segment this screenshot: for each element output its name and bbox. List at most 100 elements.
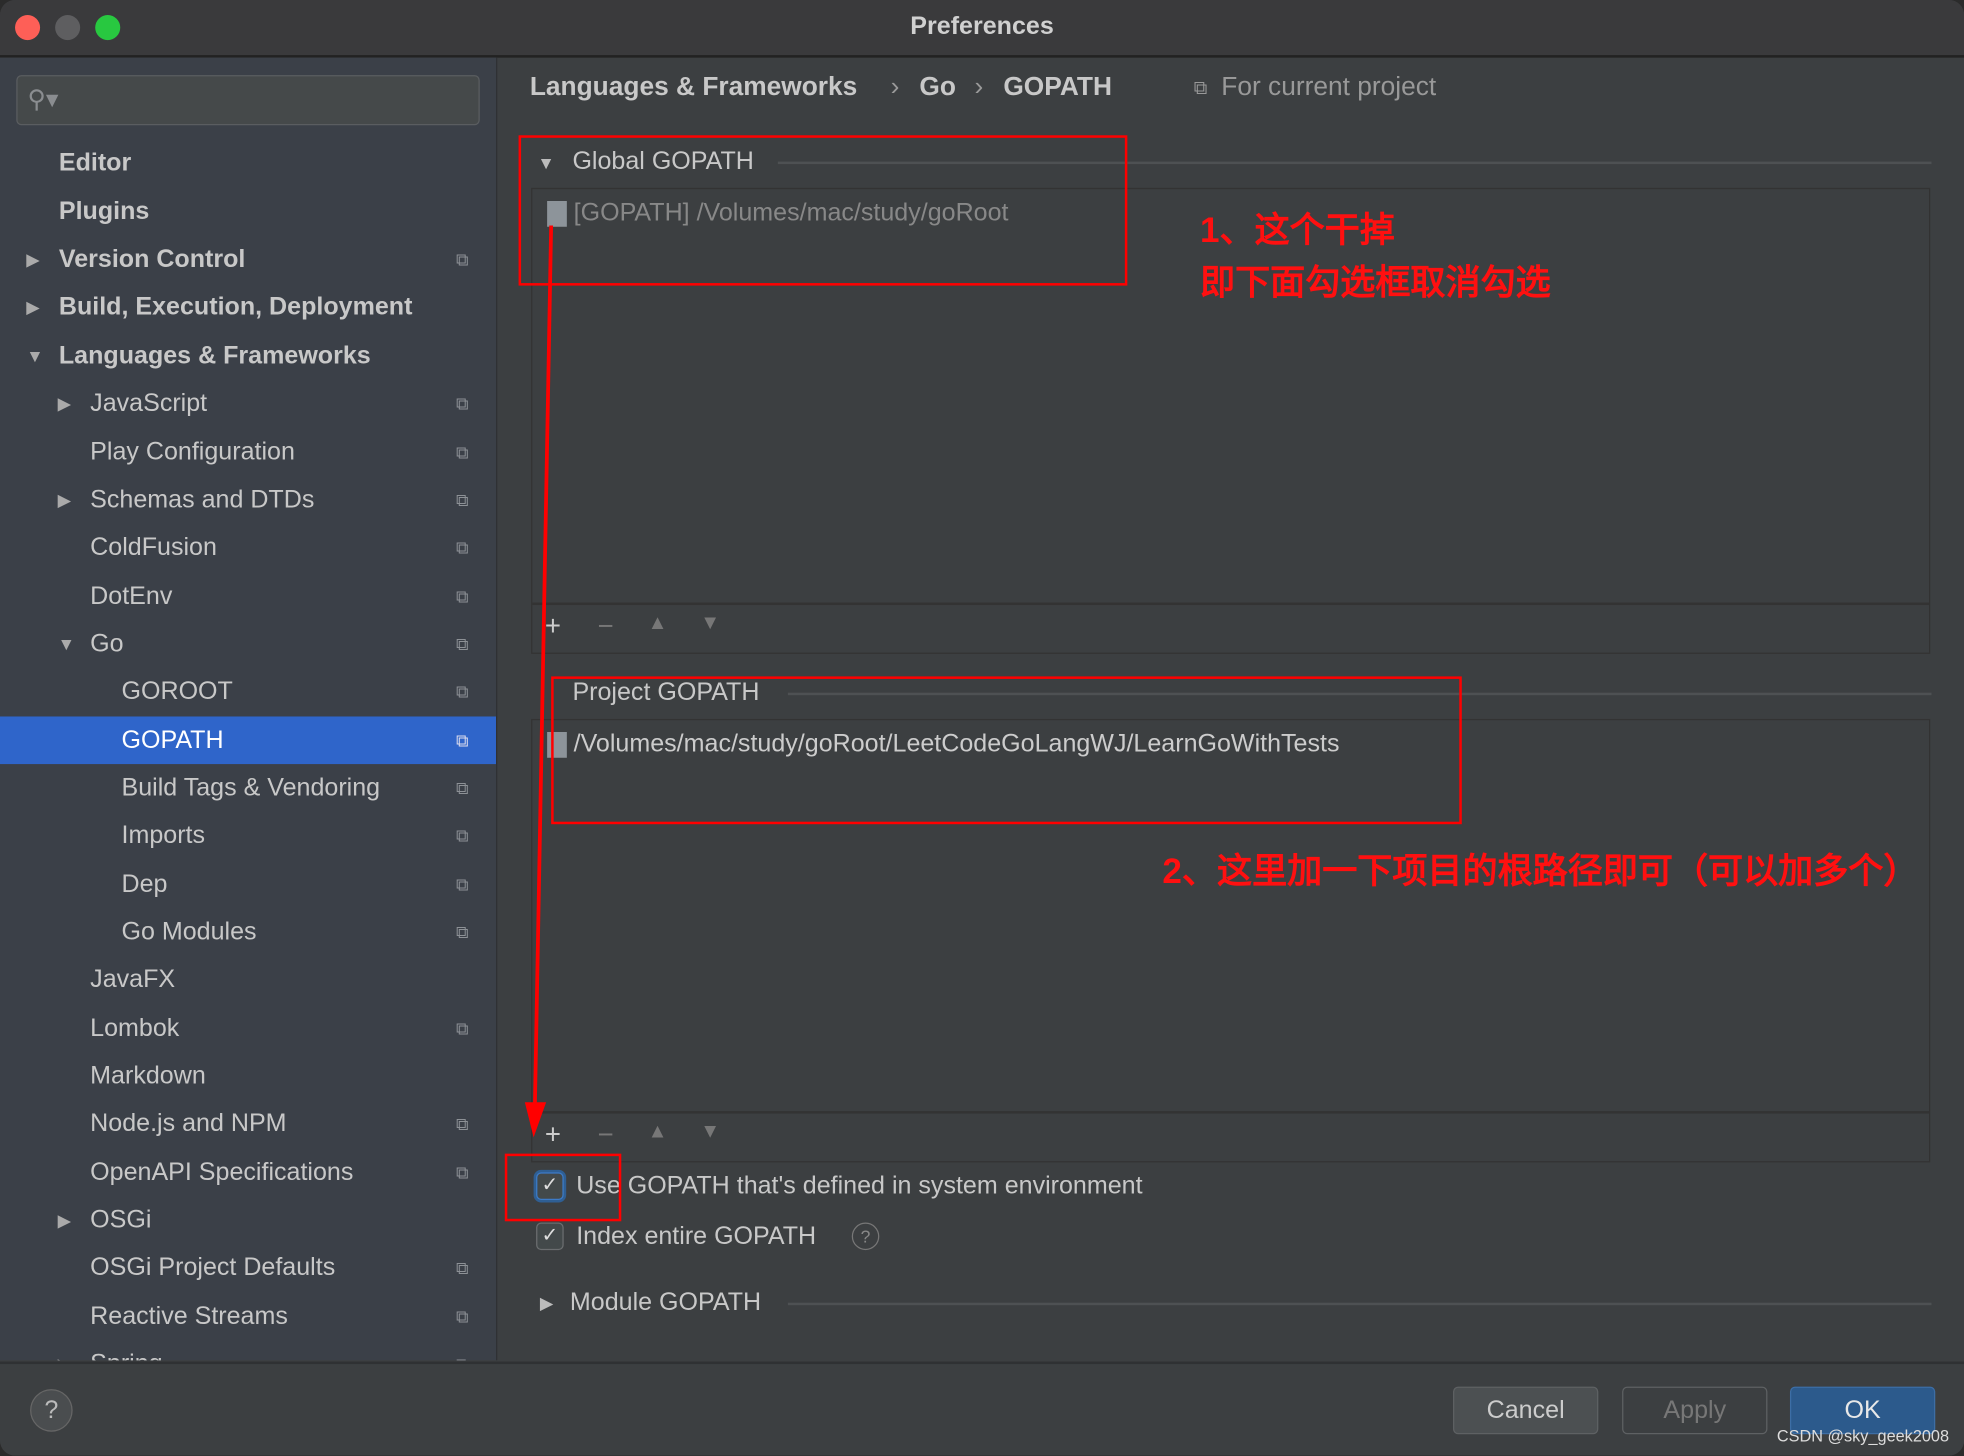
expanded-arrow-icon[interactable]: ▼ [58,620,75,668]
settings-sidebar: ⚲▾ Editor Plugins ▶ Version Control ⧉ ▶ Build,… [0,57,498,1361]
sidebar-item-label: Version Control [58,245,246,274]
sidebar-item-osgi[interactable]: ▶ OSGi [0,1196,496,1244]
divider [532,1111,1930,1114]
project-scope-icon: ⧉ [455,1162,469,1183]
sidebar-item-label: Build, Execution, Deployment [58,293,413,321]
sidebar-item-gopath[interactable]: GOPATH ⧉ [0,716,497,765]
collapsed-arrow-icon[interactable]: ▶ [58,476,72,524]
sidebar-item-dep[interactable]: Dep ⧉ [0,861,496,909]
sidebar-item-label: JavaScript [90,389,208,418]
scope-label: For current project [1221,72,1437,102]
breadcrumb-go[interactable]: Go [919,73,956,103]
module-gopath-title[interactable]: Module GOPATH [570,1289,761,1318]
project-scope-icon: ⧉ [455,442,469,463]
sidebar-item-javafx[interactable]: JavaFX [0,956,496,1004]
sidebar-item-coldfusion[interactable]: ColdFusion ⧉ [0,524,496,572]
annotation-box-global [518,135,1128,286]
sidebar-item-plugins[interactable]: Plugins [0,188,496,236]
remove-button[interactable]: − [597,1119,613,1152]
annotation-note-2: 2、这里加一下项目的根路径即可（可以加多个） [1162,851,1919,891]
project-scope-icon: ⧉ [455,874,469,895]
sidebar-item-label: OSGi Project Defaults [90,1253,336,1282]
collapsed-arrow-icon[interactable]: ▶ [58,1196,72,1244]
expanded-arrow-icon[interactable]: ▼ [26,332,43,380]
collapsed-arrow-icon[interactable]: ▶ [26,283,40,331]
project-scope-icon: ⧉ [455,921,469,942]
project-scope-icon: ⧉ [455,681,469,702]
divider [787,1302,1932,1306]
search-icon: ⚲▾ [27,86,59,114]
sidebar-item-build-execution-deployment[interactable]: ▶ Build, Execution, Deployment [0,283,496,331]
collapsed-arrow-icon[interactable]: ▶ [26,235,40,283]
project-scope-icon: ⧉ [455,1257,469,1278]
sidebar-item-label: Plugins [58,197,150,226]
sidebar-item-label: Build Tags & Vendoring [121,774,381,802]
project-scope-icon: ⧉ [456,1340,469,1360]
sidebar-item-label: Dep [121,870,168,899]
divider [532,602,1930,606]
project-scope-icon: ⧉ [455,489,469,510]
sidebar-item-label: OpenAPI Specifications [90,1158,354,1187]
sidebar-item-play-configuration[interactable]: Play Configuration ⧉ [0,428,496,476]
sidebar-item-label: GOROOT [121,677,233,706]
apply-button[interactable]: Apply [1622,1386,1768,1435]
sidebar-item-editor[interactable]: Editor [0,139,496,187]
search-input[interactable]: ⚲▾ [16,75,480,126]
move-up-button[interactable]: ▲ [648,613,668,636]
sidebar-item-version-control[interactable]: ▶ Version Control ⧉ [0,235,496,283]
help-button[interactable]: ? [30,1389,73,1432]
sidebar-item-osgi-project-defaults[interactable]: OSGi Project Defaults ⧉ [0,1244,496,1292]
project-scope-icon: ⧉ [455,825,469,846]
sidebar-item-label: Schemas and DTDs [90,486,315,514]
sidebar-item-lombok[interactable]: Lombok ⧉ [0,1005,496,1053]
sidebar-item-label: Markdown [90,1062,206,1090]
sidebar-item-label: Node.js and NPM [90,1109,287,1138]
sidebar-item-markdown[interactable]: Markdown [0,1052,496,1100]
annotation-arrow [524,225,554,1138]
index-entire-gopath-checkbox[interactable]: ✓ [536,1222,564,1251]
sidebar-item-label: Go Modules [121,918,257,946]
sidebar-item-go[interactable]: ▼ Go ⧉ [0,620,496,668]
annotation-box-checkbox [504,1153,622,1222]
project-scope-icon: ⧉ [455,1113,469,1134]
window-title: Preferences [910,12,1054,41]
sidebar-item-javascript[interactable]: ▶ JavaScript ⧉ [0,380,496,428]
move-down-button[interactable]: ▼ [700,613,720,636]
sidebar-item-label: ColdFusion [90,533,217,562]
breadcrumb-separator: › [890,72,900,102]
help-icon[interactable]: ? [851,1222,880,1251]
sidebar-item-node-js-and-npm[interactable]: Node.js and NPM ⧉ [0,1100,496,1148]
collapsed-arrow-icon[interactable]: ▶ [58,380,72,428]
collapsed-arrow-icon[interactable]: ▶ [58,1340,72,1360]
sidebar-item-reactive-streams[interactable]: Reactive Streams ⧉ [0,1293,496,1341]
remove-button[interactable]: − [597,610,613,643]
sidebar-item-imports[interactable]: Imports ⧉ [0,812,496,860]
sidebar-item-label: Lombok [90,1014,180,1043]
title-bar: Preferences [0,0,1964,58]
project-scope-icon: ⧉ [455,1018,469,1039]
move-up-button[interactable]: ▲ [648,1121,668,1144]
sidebar-item-dotenv[interactable]: DotEnv ⧉ [0,572,496,620]
cancel-button[interactable]: Cancel [1453,1386,1599,1435]
sidebar-item-openapi-specifications[interactable]: OpenAPI Specifications ⧉ [0,1149,496,1197]
sidebar-item-goroot[interactable]: GOROOT ⧉ [0,668,496,716]
watermark: CSDN @sky_geek2008 [1776,1426,1950,1446]
breadcrumb-gopath: GOPATH [1003,72,1112,102]
project-scope-icon: ⧉ [455,586,469,607]
sidebar-item-label: DotEnv [90,582,173,611]
breadcrumb-languages[interactable]: Languages & Frameworks [530,73,857,103]
sidebar-item-label: GOPATH [121,726,224,755]
sidebar-item-build-tags-vendoring[interactable]: Build Tags & Vendoring ⧉ [0,764,496,812]
index-entire-gopath-label: Index entire GOPATH [576,1222,817,1251]
sidebar-item-label: JavaFX [90,965,176,994]
sidebar-item-languages-frameworks[interactable]: ▼ Languages & Frameworks [0,332,496,380]
sidebar-item-schemas-and-dtds[interactable]: ▶ Schemas and DTDs ⧉ [0,476,496,524]
sidebar-item-label: Play Configuration [90,438,295,466]
expand-arrow-icon[interactable]: ▶ [540,1293,554,1314]
move-down-button[interactable]: ▼ [700,1121,720,1144]
annotation-box-project [551,676,1462,825]
sidebar-item-go-modules[interactable]: Go Modules ⧉ [0,908,496,956]
project-scope-icon: ⧉ [455,730,469,751]
sidebar-item-spring[interactable]: ▶ Spring ⧉ [0,1340,496,1360]
project-scope-icon: ⧉ [455,633,469,654]
